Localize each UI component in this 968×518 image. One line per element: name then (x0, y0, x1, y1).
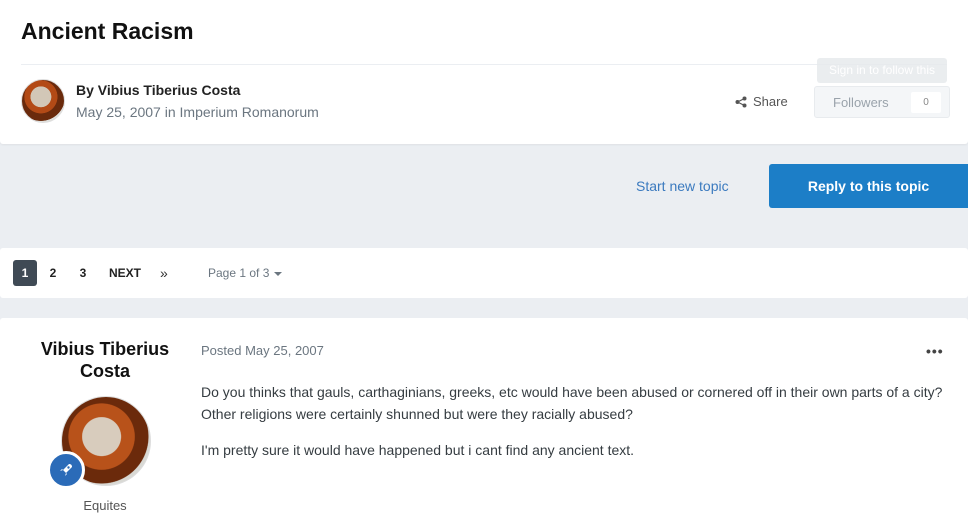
share-icon (735, 96, 747, 107)
share-button[interactable]: Share (735, 94, 788, 109)
page-jump-label: Page 1 of 3 (208, 266, 270, 280)
rocket-icon (47, 451, 85, 489)
post-paragraph: I'm pretty sure it would have happened b… (201, 442, 635, 458)
reply-button[interactable]: Reply to this topic (769, 164, 968, 208)
followers-label: Followers (833, 94, 889, 110)
pagination-bar: 1 2 3 NEXT » Page 1 of 3 (0, 248, 968, 298)
author-avatar[interactable] (21, 79, 65, 123)
post-paragraph: Do you thinks that gauls, carthaginians,… (201, 384, 943, 422)
post: Vibius Tiberius Costa Equites Posted May… (0, 318, 968, 518)
header-divider (21, 64, 947, 65)
ellipsis-icon[interactable]: ••• (926, 343, 944, 359)
caret-down-icon (274, 271, 283, 276)
post-content: Do you thinks that gauls, carthaginians,… (201, 381, 956, 475)
page-link-2[interactable]: 2 (41, 260, 65, 286)
last-page-icon[interactable]: » (160, 260, 168, 286)
post-author-name[interactable]: Vibius Tiberius Costa (20, 338, 190, 382)
start-new-topic-link[interactable]: Start new topic (636, 178, 729, 194)
rocket-icon-glyph (60, 464, 72, 476)
post-author-rank: Equites (83, 498, 127, 513)
share-label: Share (753, 94, 788, 109)
topic-date: May 25, 2007 (76, 104, 161, 120)
topic-author[interactable]: By Vibius Tiberius Costa (76, 82, 240, 98)
post-date[interactable]: Posted May 25, 2007 (201, 343, 324, 358)
next-page-link[interactable]: NEXT (109, 260, 141, 286)
topic-header: Ancient Racism By Vibius Tiberius Costa … (0, 0, 968, 144)
topic-title: Ancient Racism (21, 18, 194, 44)
topic-in-word: in (164, 104, 176, 120)
page-link-3[interactable]: 3 (71, 260, 95, 286)
topic-meta: May 25, 2007 in Imperium Romanorum (76, 104, 319, 120)
page-jump-dropdown[interactable]: Page 1 of 3 (208, 260, 283, 286)
followers-count: 0 (911, 92, 941, 113)
page-link-1[interactable]: 1 (13, 260, 37, 286)
topic-forum-link[interactable]: Imperium Romanorum (180, 104, 319, 120)
follow-button[interactable]: Followers 0 (814, 86, 950, 118)
follow-tooltip: Sign in to follow this (817, 58, 947, 83)
